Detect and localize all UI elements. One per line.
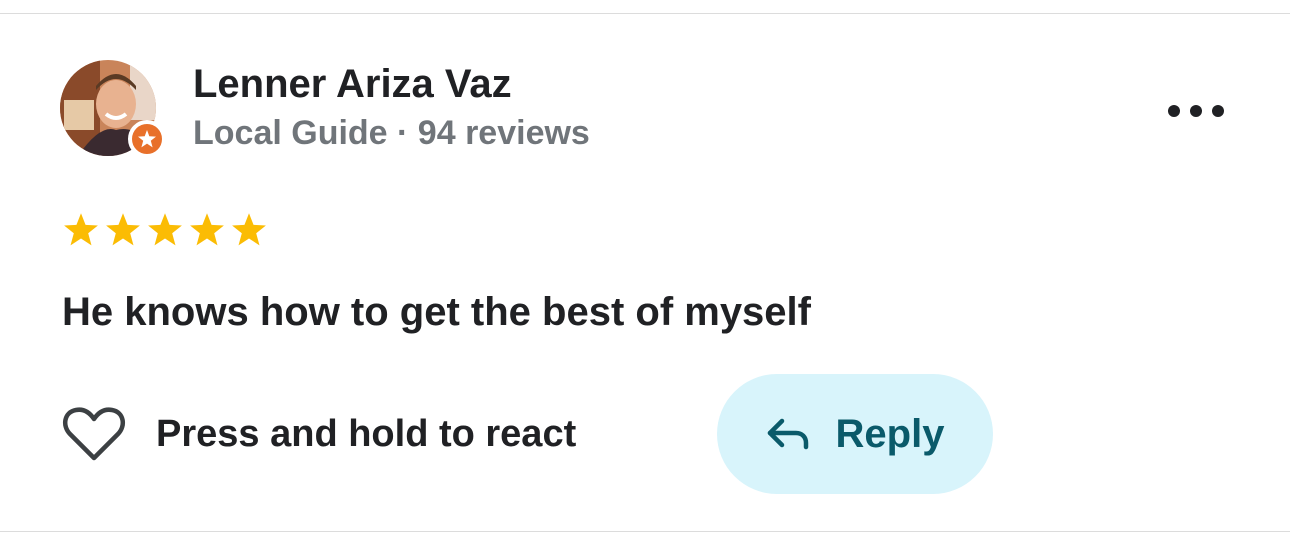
review-text: He knows how to get the best of myself [62,290,811,334]
more-options-icon[interactable] [1168,96,1224,126]
reviewer-subtitle: Local Guide · 94 reviews [193,114,590,152]
react-button[interactable]: Press and hold to react [62,404,576,464]
reply-label: Reply [835,411,945,456]
star-rating [62,212,268,248]
star-icon [148,213,182,246]
star-icon [190,213,224,246]
reply-arrow-icon [767,418,808,450]
star-icon [106,213,140,246]
reply-button[interactable]: Reply [717,374,993,494]
reviewer-name[interactable]: Lenner Ariza Vaz [193,62,512,107]
local-guide-star-icon [128,120,166,158]
star-icon [232,213,266,246]
react-label: Press and hold to react [156,412,577,455]
bottom-divider [0,531,1290,532]
top-divider [0,13,1290,14]
star-icon [64,213,98,246]
heart-icon[interactable] [62,406,126,462]
